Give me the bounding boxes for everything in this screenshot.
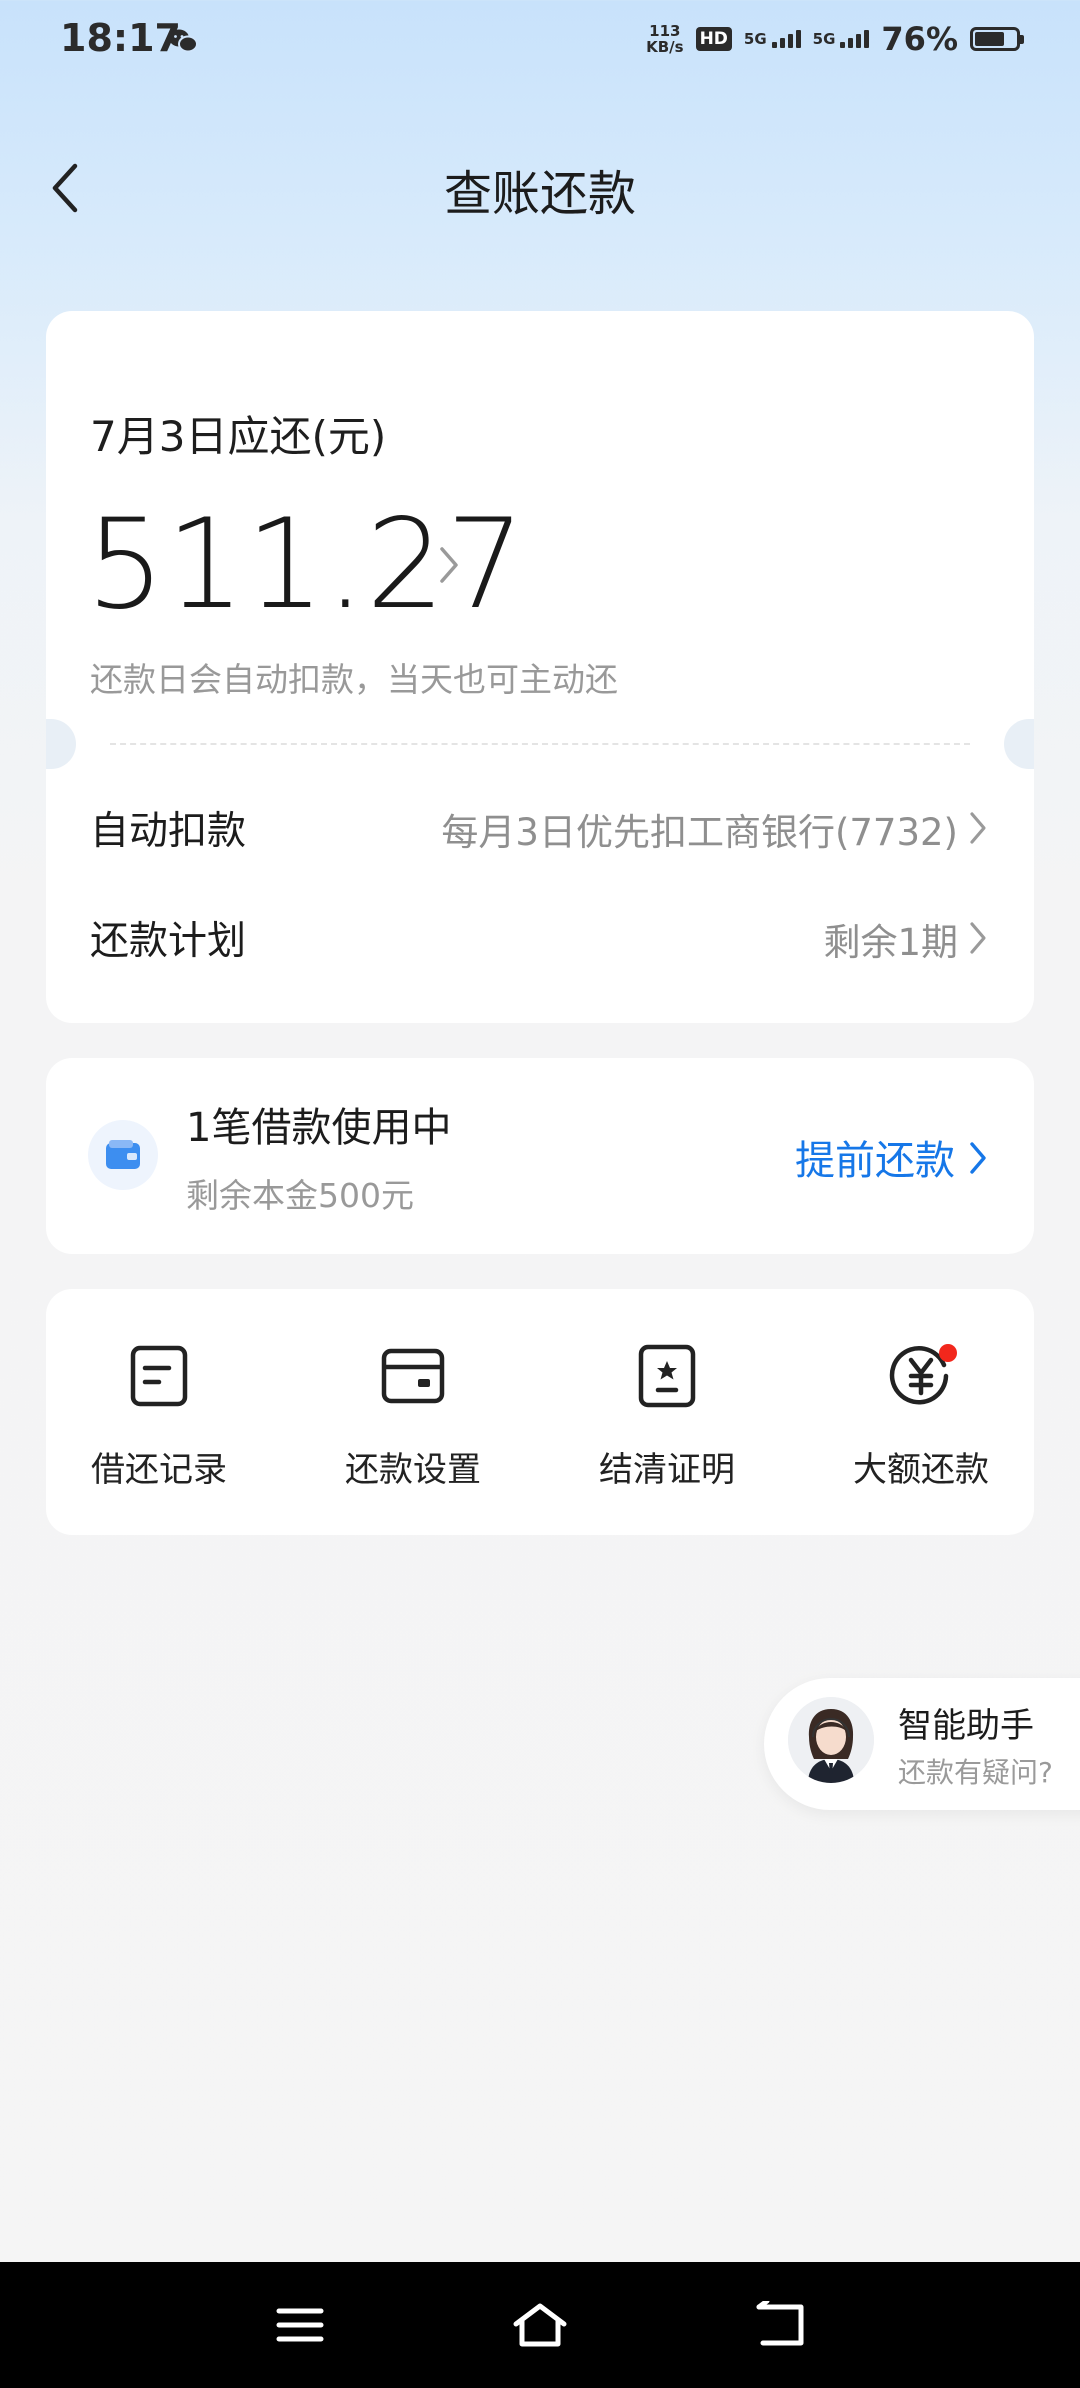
signal-1-label: 5G [743,30,767,48]
loan-title: 1笔借款使用中 [186,1105,452,1151]
repay-plan-label[interactable]: 还款计划 [90,910,246,966]
signal-2-icon: 5G [813,30,870,48]
shortcut-settlement-certificate[interactable]: 结清证明 [567,1340,767,1491]
loan-remaining-principal: 剩余本金500元 [186,1176,414,1215]
due-label: 7月3日应还(元) [90,412,387,461]
status-bar: 18:17 113 KB/s HD 5G 5G 76% [0,0,1080,84]
chevron-right-icon[interactable] [438,545,460,589]
shortcut-label: 大额还款 [853,1450,989,1490]
shortcut-repay-settings[interactable]: 还款设置 [313,1340,513,1491]
page-title: 查账还款 [443,166,636,222]
status-time: 18:17 [60,16,181,60]
assistant-subtitle[interactable]: 还款有疑问? [898,1751,1053,1791]
auto-debit-note: 还款日会自动扣款，当天也可主动还 [90,660,618,699]
shortcut-large-repayment[interactable]: 大额还款 [821,1340,1021,1491]
hd-badge: HD [695,27,732,51]
return-icon [756,2301,804,2346]
auto-debit-value[interactable]: 每月3日优先扣工商银行(7732) [441,802,958,856]
wallet-icon [88,1120,158,1190]
network-speed-value: 113 [649,22,681,40]
document-icon [123,1340,195,1412]
menu-icon [276,2308,324,2342]
chevron-right-icon[interactable] [968,1140,988,1180]
signal-2-label: 5G [812,30,836,48]
network-speed-unit: KB/s [646,38,684,56]
status-indicators: 113 KB/s HD 5G 5G 76% [646,20,1024,58]
shortcut-label: 还款设置 [345,1450,481,1490]
menu-nav-button[interactable] [260,2290,340,2360]
back-nav-button[interactable] [740,2290,820,2360]
prepay-button[interactable]: 提前还款 [795,1128,955,1186]
assistant-title[interactable]: 智能助手 [898,1698,1034,1747]
chevron-right-icon[interactable] [968,920,988,960]
signal-1-icon: 5G [744,30,801,48]
shortcut-borrow-repay-records[interactable]: 借还记录 [59,1340,259,1491]
auto-debit-label[interactable]: 自动扣款 [90,800,246,856]
battery-fill [975,32,1005,46]
home-icon [513,2303,567,2347]
battery-icon [970,27,1024,51]
battery-percent: 76% [881,20,958,58]
home-nav-button[interactable] [500,2290,580,2360]
chevron-right-icon[interactable] [968,810,988,850]
card-icon [377,1340,449,1412]
repay-plan-value[interactable]: 剩余1期 [823,912,958,966]
wechat-icon [168,28,198,58]
assistant-avatar[interactable] [788,1697,874,1783]
certificate-icon [631,1340,703,1412]
shortcut-label: 结清证明 [599,1450,735,1490]
network-speed: 113 KB/s [646,23,683,55]
dashed-divider [110,743,970,745]
shortcut-label: 借还记录 [91,1450,227,1490]
notification-dot [939,1344,957,1362]
yuan-icon [885,1340,957,1412]
